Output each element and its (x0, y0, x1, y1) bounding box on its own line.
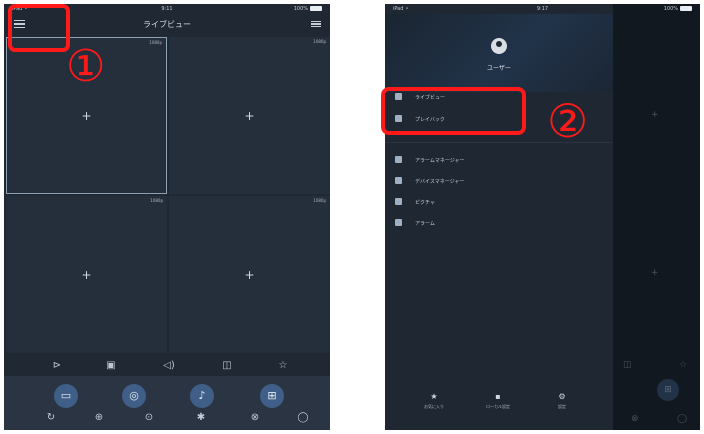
menu-item-label: アラームマネージャー (415, 158, 465, 164)
resolution-tag: 1080p (313, 39, 326, 44)
drawer-header: ユーザー (385, 14, 613, 92)
camera-cell-4[interactable]: 1080p + (169, 196, 330, 353)
status-battery: 100% (294, 6, 322, 12)
preset-icon[interactable]: ⊗ (248, 412, 262, 424)
rotate-icon[interactable]: ↻ (44, 412, 58, 424)
split-screen-icon[interactable]: ▣ (104, 360, 118, 372)
playback-icon: ◫ (623, 360, 632, 370)
record-icon[interactable]: ▭ (54, 384, 78, 408)
user-name: ユーザー (487, 65, 511, 72)
side-drawer: ユーザー ライブビュー プレイバック アラームマネージャー デバイスマネージャー (385, 4, 613, 430)
status-bar: iPad ⚬ 9:17 100% (385, 4, 700, 14)
preset-icon: ⊗ (631, 414, 639, 424)
plus-icon[interactable]: + (81, 109, 91, 123)
footer-settings[interactable]: ⚙ 設定 (537, 392, 587, 410)
highlight-box-menu (8, 4, 70, 52)
microphone-icon[interactable]: ♪ (190, 384, 214, 408)
user-avatar-icon[interactable] (491, 38, 507, 54)
status-battery: 100% (664, 6, 692, 12)
status-time: 9:17 (536, 6, 549, 12)
list-settings-icon[interactable] (311, 19, 321, 28)
favorite-icon[interactable]: ☆ (276, 360, 290, 372)
battery-icon (310, 6, 322, 11)
step-2-label: ② (547, 94, 589, 148)
footer-label: 設定 (558, 404, 566, 409)
camera-cell-3[interactable]: 1080p + (6, 196, 167, 353)
cruise-icon: ◯ (677, 414, 688, 424)
footer-label: ローカル設定 (486, 404, 510, 409)
zoom-icon[interactable]: ⊙ (142, 412, 156, 424)
device-manager-icon (395, 177, 402, 184)
dimmed-live-view[interactable]: + + ◫ ☆ ⊞ ⊗ ◯ (613, 4, 700, 430)
live-view-screen: iPad ⚬ 9:11 100% ライブビュー 1080p + 1080p + … (4, 4, 330, 430)
camera-grid: 1080p + 1080p + 1080p + 1080p + (4, 36, 330, 354)
star-icon: ★ (430, 392, 438, 401)
camera-cell-2[interactable]: 1080p + (169, 37, 330, 194)
step-1-label: ① (66, 41, 106, 92)
drawer-footer: ★ お気に入り ▪ ローカル設定 ⚙ 設定 (385, 390, 613, 430)
resolution-tag: 1080p (149, 40, 162, 45)
menu-item-label: デバイスマネージャー (415, 179, 465, 185)
quality-icon[interactable]: ⊞ (260, 384, 284, 408)
footer-label: お気に入り (424, 404, 444, 409)
alarm-manager-icon (395, 156, 402, 163)
toolbar-bottom: ↻ ⊕ ⊙ ✱ ⊗ ◯ (4, 412, 330, 428)
control-panel: ▭ ◎ ♪ ⊞ ↻ ⊕ ⊙ ✱ ⊗ ◯ (4, 376, 330, 430)
alarm-icon (395, 219, 402, 226)
cruise-icon[interactable]: ◯ (296, 412, 310, 424)
menu-item-label: アラーム (415, 221, 435, 227)
footer-local-settings[interactable]: ▪ ローカル設定 (473, 392, 523, 410)
iris-icon[interactable]: ✱ (194, 412, 208, 424)
audio-icon[interactable]: ◁) (162, 360, 176, 372)
plus-icon: + (651, 268, 659, 278)
plus-icon: + (651, 110, 659, 120)
favorite-icon: ☆ (679, 360, 688, 370)
menu-item-label: ピクチャ (415, 200, 435, 206)
plus-icon[interactable]: + (81, 268, 91, 282)
ptz-icon[interactable]: ⊳ (50, 360, 64, 372)
battery-icon (680, 6, 692, 11)
plus-icon[interactable]: + (244, 109, 254, 123)
side-menu-screen: ユーザー ライブビュー プレイバック アラームマネージャー デバイスマネージャー (385, 4, 700, 430)
quality-icon: ⊞ (657, 379, 679, 401)
resolution-tag: 1080p (313, 198, 326, 203)
settings-icon: ⚙ (558, 392, 566, 401)
footer-favorites[interactable]: ★ お気に入り (409, 392, 459, 410)
local-settings-icon: ▪ (495, 392, 501, 401)
plus-icon[interactable]: + (244, 268, 254, 282)
focus-icon[interactable]: ⊕ (92, 412, 106, 424)
snapshot-icon[interactable]: ◎ (122, 384, 146, 408)
highlight-box-playback (381, 87, 526, 135)
playback-icon[interactable]: ◫ (220, 360, 234, 372)
resolution-tag: 1080p (150, 198, 163, 203)
picture-icon (395, 198, 402, 205)
